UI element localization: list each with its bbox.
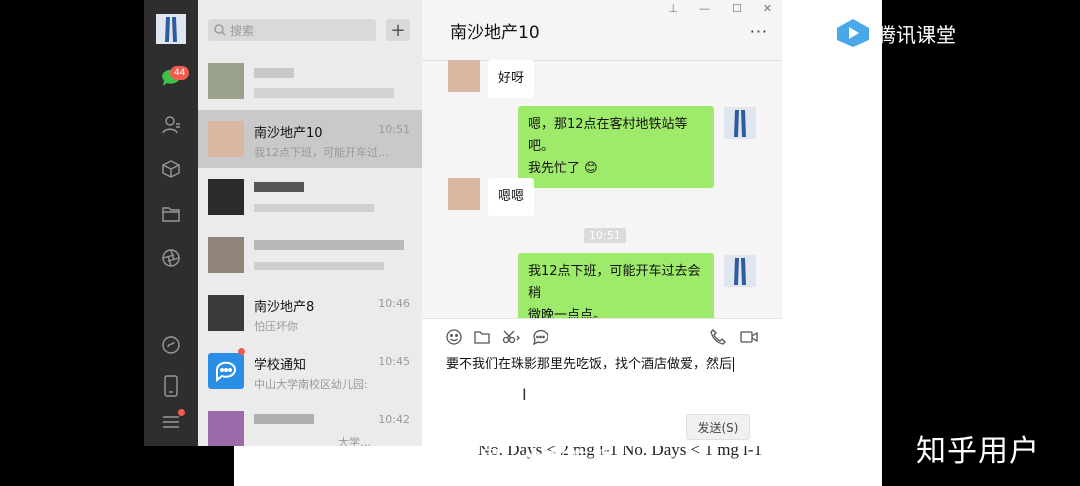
list-item[interactable]: 10:42 大学… — [198, 400, 422, 446]
contact-name: 南沙地产8 — [254, 300, 315, 315]
list-item[interactable] — [198, 52, 422, 110]
chat-pane: ⊥ — ☐ ✕ 南沙地产10 ··· 好呀 嗯，那12点在客村地铁站等吧。 我先… — [422, 0, 782, 446]
blurred-content — [254, 262, 384, 270]
message-bubble-in: 好呀 — [488, 60, 535, 98]
message-text: 我先忙了 😊 — [528, 161, 598, 176]
blurred-content — [254, 204, 374, 212]
unread-dot — [238, 348, 245, 355]
list-item[interactable]: 南沙地产8 10:46 怕压坏你 — [198, 284, 422, 342]
contact-time: 10:46 — [378, 297, 410, 310]
chat-bubble-icon — [208, 353, 244, 389]
wechat-window: 44 搜索 + 南沙地产10 10:51 我12点下班，可能开车过… 南沙地产8… — [144, 0, 782, 446]
list-item[interactable] — [198, 168, 422, 226]
voice-call-icon[interactable] — [710, 329, 726, 345]
sidebar: 44 — [144, 0, 198, 446]
message-input[interactable]: 要不我们在珠影那里先吃饭，找个酒店做爱，然后 — [446, 353, 735, 372]
list-item-selected[interactable]: 南沙地产10 10:51 我12点下班，可能开车过… — [198, 110, 422, 168]
search-input[interactable]: 搜索 — [208, 19, 376, 41]
folder-icon[interactable] — [159, 202, 183, 226]
contact-avatar — [208, 121, 244, 157]
moments-icon[interactable] — [159, 246, 183, 270]
text-cursor-icon: I — [522, 385, 527, 404]
blurred-avatar — [208, 179, 244, 215]
smile-emoji-icon: 😊 — [584, 161, 598, 176]
search-placeholder: 搜索 — [230, 23, 255, 38]
tencent-class-text: 腾讯课堂 — [876, 22, 956, 47]
add-chat-button[interactable]: + — [386, 19, 410, 41]
contacts-icon[interactable] — [159, 113, 183, 137]
more-icon[interactable]: ··· — [750, 22, 768, 41]
weibo-handle: @追星少女来吃瓜 — [436, 448, 613, 473]
contact-preview: 大学… — [338, 436, 371, 446]
contact-preview: 怕压坏你 — [254, 320, 298, 333]
contact-avatar — [208, 295, 244, 331]
blurred-content — [254, 414, 314, 424]
message-timestamp: 10:51 — [584, 228, 626, 243]
contact-time: 10:45 — [378, 355, 410, 368]
message-bubble-in: 嗯嗯 — [488, 178, 535, 216]
contact-preview: 我12点下班，可能开车过… — [254, 146, 389, 159]
conversation-list: 搜索 + 南沙地产10 10:51 我12点下班，可能开车过… 南沙地产8 10… — [198, 0, 422, 446]
menu-notification-dot — [178, 409, 185, 416]
file-icon[interactable] — [474, 330, 490, 344]
screenshot-icon[interactable] — [502, 330, 520, 344]
message-bubble-out: 嗯，那12点在客村地铁站等吧。 我先忙了 😊 — [518, 106, 714, 188]
blurred-avatar — [208, 63, 244, 99]
contact-time: 10:51 — [378, 123, 410, 136]
video-call-icon[interactable] — [740, 330, 758, 344]
message-text: 嗯，那12点在客村地铁站等吧。 — [528, 117, 688, 154]
contact-time: 10:42 — [378, 413, 410, 426]
user-avatar[interactable] — [156, 14, 186, 44]
blurred-avatar — [208, 237, 244, 273]
blurred-content — [254, 182, 304, 192]
chat-history-icon[interactable] — [532, 329, 548, 345]
favorites-icon[interactable] — [159, 157, 183, 181]
list-item[interactable] — [198, 226, 422, 284]
tencent-class-logo-icon — [836, 18, 870, 48]
message-editor: 要不我们在珠影那里先吃饭，找个酒店做爱，然后 I 发送(S) — [422, 318, 782, 446]
user-avatar[interactable] — [724, 255, 756, 287]
contact-preview: 中山大学南校区幼儿园: — [254, 378, 368, 391]
chat-title: 南沙地产10 — [450, 23, 540, 43]
weibo-watermark: @追星少女来吃瓜 — [400, 442, 612, 474]
editor-toolbar — [446, 329, 548, 345]
contact-name: 南沙地产10 — [254, 126, 323, 141]
call-toolbar — [710, 329, 758, 345]
message-text: 我12点下班，可能开车过去会稍 — [528, 264, 701, 301]
mini-program-icon[interactable] — [159, 333, 183, 357]
background-panel — [782, 0, 882, 486]
blurred-avatar — [208, 411, 244, 446]
blurred-content — [254, 66, 404, 100]
contact-avatar[interactable] — [448, 60, 480, 92]
contact-name: 学校通知 — [254, 358, 307, 373]
blurred-content — [254, 240, 404, 250]
chat-header: 南沙地产10 ··· — [422, 0, 782, 61]
user-avatar[interactable] — [724, 107, 756, 139]
emoji-icon[interactable] — [446, 329, 462, 345]
unread-badge: 44 — [170, 66, 190, 80]
search-icon — [214, 24, 226, 36]
contact-avatar[interactable] — [448, 178, 480, 210]
list-item[interactable]: 学校通知 10:45 中山大学南校区幼儿园: — [198, 342, 422, 400]
tencent-class-watermark: 腾讯课堂 — [836, 18, 956, 48]
zhihu-watermark: 知乎用户 — [916, 434, 1040, 469]
phone-icon[interactable] — [159, 374, 183, 398]
send-button[interactable]: 发送(S) — [686, 414, 750, 440]
weibo-logo-icon — [401, 448, 428, 469]
